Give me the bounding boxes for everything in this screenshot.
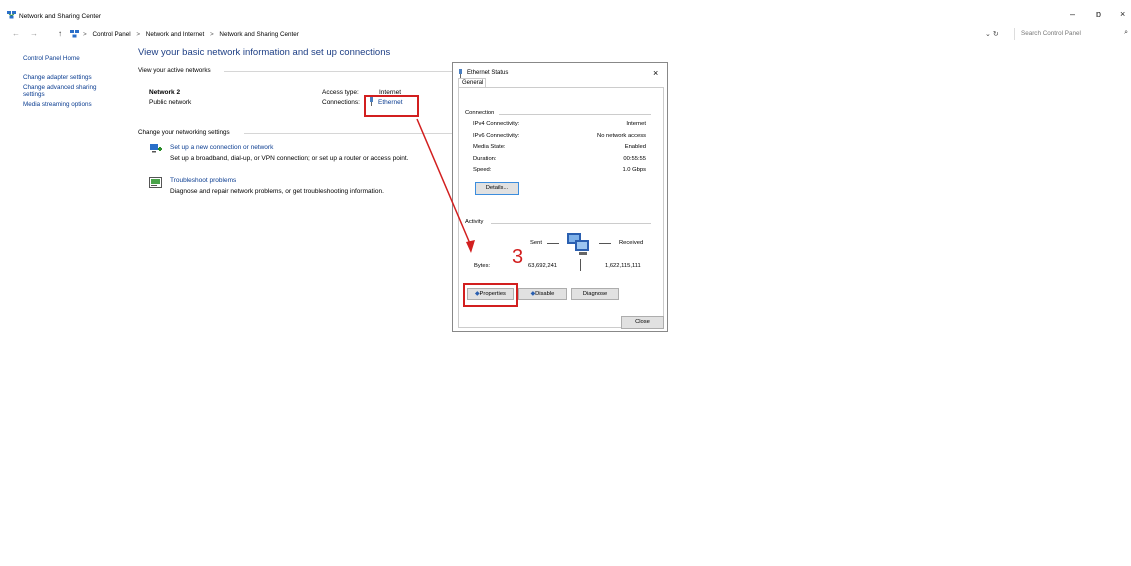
minimize-button[interactable]: – bbox=[1070, 9, 1075, 19]
received-label: Received bbox=[619, 240, 644, 246]
search-box[interactable]: Search Control Panel ⌕ bbox=[1014, 28, 1131, 40]
bytes-label: Bytes: bbox=[474, 263, 491, 269]
up-button[interactable]: ↑ bbox=[58, 29, 62, 38]
media-state-label: Media State: bbox=[473, 144, 506, 150]
breadcrumb: > Control Panel > Network and Internet >… bbox=[83, 31, 303, 38]
back-button[interactable]: ← bbox=[12, 29, 20, 38]
forward-button[interactable]: → bbox=[30, 29, 38, 38]
close-button[interactable]: × bbox=[1120, 9, 1125, 19]
ethernet-icon bbox=[459, 69, 462, 78]
troubleshoot-icon bbox=[149, 177, 162, 188]
network-center-icon bbox=[70, 30, 79, 38]
connections-label: Connections: bbox=[322, 99, 360, 106]
network-activity-icon bbox=[567, 233, 589, 255]
media-state-value: Enabled bbox=[624, 144, 646, 150]
sidebar-item-media-streaming[interactable]: Media streaming options bbox=[23, 101, 115, 108]
sent-label: Sent bbox=[530, 240, 542, 246]
ipv6-label: IPv6 Connectivity: bbox=[473, 133, 520, 139]
sidebar-item-control-panel-home[interactable]: Control Panel Home bbox=[23, 55, 115, 62]
address-controls: ⌄ ↻ bbox=[985, 30, 999, 38]
received-line bbox=[599, 243, 611, 244]
active-networks-label: View your active networks bbox=[138, 67, 211, 74]
bytes-sent-value: 63,692,241 bbox=[528, 263, 558, 269]
page-title: View your basic network information and … bbox=[138, 47, 391, 58]
section-divider bbox=[224, 71, 456, 72]
section-divider bbox=[244, 133, 456, 134]
highlight-box-properties bbox=[463, 283, 518, 307]
disable-button[interactable]: ◆Disable bbox=[518, 288, 567, 300]
breadcrumb-separator: > bbox=[83, 31, 87, 38]
access-type-label: Access type: bbox=[322, 89, 359, 96]
troubleshoot-desc: Diagnose and repair network problems, or… bbox=[170, 188, 384, 195]
group-divider bbox=[491, 223, 651, 224]
ipv6-value: No network access bbox=[597, 133, 646, 139]
search-input[interactable]: Search Control Panel bbox=[1021, 30, 1081, 37]
speed-label: Speed: bbox=[473, 167, 492, 173]
breadcrumb-control-panel[interactable]: Control Panel bbox=[92, 31, 130, 38]
ipv4-label: IPv4 Connectivity: bbox=[473, 121, 520, 127]
new-connection-icon bbox=[150, 144, 162, 153]
breadcrumb-separator: > bbox=[136, 31, 141, 38]
ipv4-value: Internet bbox=[626, 121, 646, 127]
step-number-label: 3 bbox=[512, 246, 524, 268]
network-name: Network 2 bbox=[149, 89, 181, 96]
maximize-button[interactable]: ɒ bbox=[1096, 9, 1101, 19]
highlight-box-ethernet bbox=[364, 95, 419, 117]
search-icon: ⌕ bbox=[1124, 29, 1128, 36]
dialog-title: Ethernet Status bbox=[467, 70, 509, 76]
group-divider bbox=[499, 114, 651, 115]
dialog-close-icon[interactable]: × bbox=[653, 68, 658, 78]
connection-group-label: Connection bbox=[465, 110, 495, 116]
refresh-icon[interactable]: ↻ bbox=[993, 31, 999, 38]
setup-connection-desc: Set up a broadband, dial-up, or VPN conn… bbox=[170, 155, 409, 162]
details-button[interactable]: Details... bbox=[475, 182, 519, 195]
setup-connection-link[interactable]: Set up a new connection or network bbox=[170, 144, 273, 151]
speed-value: 1.0 Gbps bbox=[622, 167, 646, 173]
change-settings-label: Change your networking settings bbox=[138, 129, 230, 136]
sidebar-item-advanced-sharing[interactable]: Change advanced sharing settings bbox=[23, 84, 115, 98]
title-bar bbox=[0, 0, 1131, 26]
network-center-icon bbox=[7, 11, 16, 19]
breadcrumb-separator: > bbox=[209, 31, 214, 38]
breadcrumb-network-sharing-center[interactable]: Network and Sharing Center bbox=[219, 31, 298, 38]
troubleshoot-link[interactable]: Troubleshoot problems bbox=[170, 177, 236, 184]
close-dialog-button[interactable]: Close bbox=[621, 316, 664, 329]
window-title: Network and Sharing Center bbox=[19, 13, 102, 20]
duration-value: 00:55:55 bbox=[623, 156, 646, 162]
activity-group-label: Activity bbox=[465, 219, 484, 225]
bytes-divider bbox=[580, 259, 581, 271]
breadcrumb-network-internet[interactable]: Network and Internet bbox=[146, 31, 204, 38]
address-dropdown-icon[interactable]: ⌄ bbox=[985, 31, 991, 38]
disable-button-label: Disable bbox=[535, 291, 555, 297]
bytes-received-value: 1,622,115,111 bbox=[605, 263, 641, 269]
diagnose-button[interactable]: Diagnose bbox=[571, 288, 619, 300]
sent-line bbox=[547, 243, 559, 244]
duration-label: Duration: bbox=[473, 156, 497, 162]
sidebar: Control Panel Home Change adapter settin… bbox=[23, 55, 115, 108]
network-type[interactable]: Public network bbox=[149, 99, 191, 106]
sidebar-item-change-adapter-settings[interactable]: Change adapter settings bbox=[23, 74, 115, 81]
